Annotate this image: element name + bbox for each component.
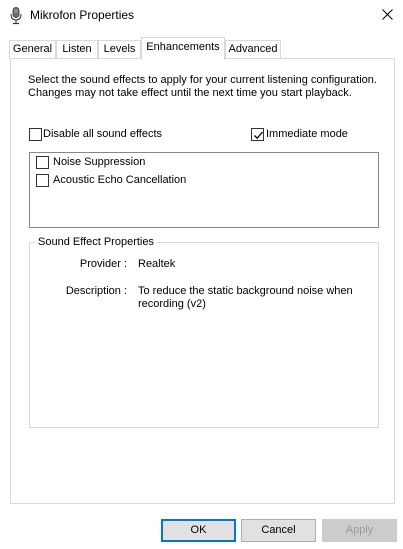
tab-label: Enhancements xyxy=(146,41,220,53)
tab-strip: General Listen Levels Enhancements Advan… xyxy=(0,37,403,60)
noise-suppression-checkbox[interactable] xyxy=(36,156,49,169)
enhancements-description: Select the sound effects to apply for yo… xyxy=(28,74,377,99)
close-button[interactable] xyxy=(372,0,403,31)
immediate-mode-checkbox[interactable] xyxy=(251,128,264,141)
description-label: Description : xyxy=(65,285,127,297)
tab-label: General xyxy=(12,43,53,55)
echo-cancellation-checkbox[interactable] xyxy=(36,174,49,187)
provider-label: Provider : xyxy=(79,258,127,270)
tab-advanced[interactable]: Advanced xyxy=(225,40,281,59)
immediate-mode-label[interactable]: Immediate mode xyxy=(266,128,348,140)
tab-levels[interactable]: Levels xyxy=(98,40,141,59)
disable-all-label[interactable]: Disable all sound effects xyxy=(43,128,162,140)
close-icon xyxy=(382,8,393,23)
group-title: Sound Effect Properties xyxy=(35,236,157,248)
title-bar: Mikrofon Properties xyxy=(0,0,403,31)
disable-all-checkbox[interactable] xyxy=(29,128,42,141)
apply-button[interactable]: Apply xyxy=(322,519,397,542)
window-title: Mikrofon Properties xyxy=(30,8,135,22)
tab-enhancements[interactable]: Enhancements xyxy=(141,37,225,60)
tab-general[interactable]: General xyxy=(9,40,56,59)
dialog-footer: OK Cancel Apply xyxy=(0,505,403,549)
ok-button[interactable]: OK xyxy=(161,519,236,542)
tab-listen[interactable]: Listen xyxy=(56,40,98,59)
noise-suppression-label[interactable]: Noise Suppression xyxy=(53,156,145,168)
tab-label: Levels xyxy=(103,43,136,55)
provider-value: Realtek xyxy=(138,258,176,270)
echo-cancellation-label[interactable]: Acoustic Echo Cancellation xyxy=(53,174,186,186)
cancel-button[interactable]: Cancel xyxy=(241,519,316,542)
checkmark-icon xyxy=(254,131,263,140)
description-value: To reduce the static background noise wh… xyxy=(138,285,353,310)
microphone-icon xyxy=(9,7,23,25)
tab-label: Advanced xyxy=(228,43,278,55)
tab-label: Listen xyxy=(62,43,92,55)
